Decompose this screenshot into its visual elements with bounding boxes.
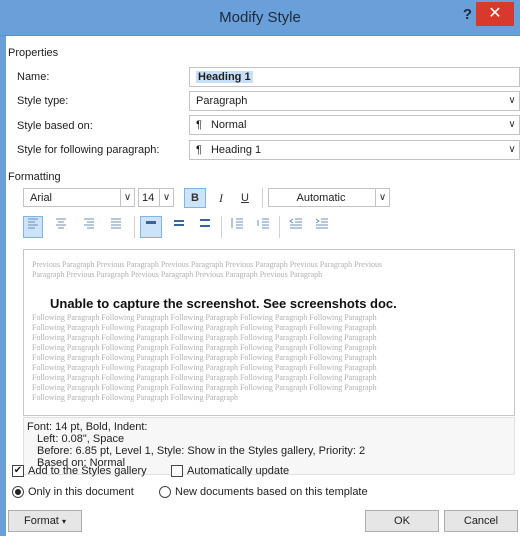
preview-previous-text: Previous Paragraph Previous Paragraph Pr… — [32, 260, 383, 269]
preview-following-text: Following Paragraph Following Paragraph … — [32, 323, 377, 332]
properties-section-label: Properties — [8, 47, 59, 59]
following-label: Style for following paragraph: — [17, 144, 160, 156]
format-button[interactable]: Format ▾ — [8, 510, 82, 532]
preview-following-text: Following Paragraph Following Paragraph … — [32, 363, 377, 372]
help-button[interactable]: ? — [463, 6, 472, 23]
auto-update-checkbox[interactable] — [171, 465, 183, 477]
align-right-icon — [84, 218, 94, 229]
one-half-space-button[interactable] — [169, 216, 189, 238]
font-select[interactable]: Arial ∨ — [23, 188, 135, 207]
size-select[interactable]: 14 ∨ — [138, 188, 174, 207]
description-line: Font: 14 pt, Bold, Indent: — [27, 421, 148, 433]
preview-following-text: Following Paragraph Following Paragraph … — [32, 373, 377, 382]
font-color-value: Automatic — [296, 192, 346, 204]
double-space-button[interactable] — [195, 216, 215, 238]
preview-heading-text: Unable to capture the screenshot. See sc… — [50, 296, 397, 311]
single-space-icon — [146, 221, 156, 224]
name-label: Name: — [17, 71, 50, 83]
auto-update-label[interactable]: Automatically update — [187, 465, 289, 477]
add-to-gallery-label[interactable]: Add to the Styles gallery — [28, 465, 147, 477]
bold-button[interactable]: B — [184, 188, 206, 208]
preview-following-text: Following Paragraph Following Paragraph … — [32, 393, 238, 402]
following-value: Heading 1 — [210, 144, 262, 156]
preview-following-text: Following Paragraph Following Paragraph … — [32, 333, 377, 342]
based-on-label: Style based on: — [17, 120, 93, 132]
preview-following-text: Following Paragraph Following Paragraph … — [32, 313, 377, 322]
close-button[interactable]: ✕ — [476, 2, 514, 26]
style-preview: Previous Paragraph Previous Paragraph Pr… — [23, 249, 515, 416]
based-on-select[interactable]: ¶ Normal ∨ — [189, 115, 520, 135]
divider — [279, 216, 280, 238]
following-select[interactable]: ¶ Heading 1 ∨ — [189, 140, 520, 160]
ok-button[interactable]: OK — [365, 510, 439, 532]
align-left-button[interactable] — [23, 216, 43, 238]
name-field[interactable]: Heading 1 — [189, 67, 520, 87]
decrease-indent-icon — [289, 218, 302, 229]
align-left-icon — [28, 218, 38, 229]
formatting-section-label: Formatting — [8, 171, 61, 183]
new-documents-label[interactable]: New documents based on this template — [175, 486, 368, 498]
chevron-down-icon: ∨ — [508, 144, 516, 155]
dialog-title: Modify Style — [219, 9, 301, 26]
italic-button[interactable]: I — [211, 188, 231, 208]
caret-down-icon: ▾ — [61, 517, 66, 526]
single-space-button[interactable] — [140, 216, 162, 238]
chevron-down-icon: ∨ — [508, 119, 516, 130]
new-documents-radio[interactable] — [159, 486, 171, 498]
paragraph-mark-icon: ¶ — [196, 119, 202, 131]
preview-previous-text: Paragraph Previous Paragraph Previous Pa… — [32, 270, 323, 279]
size-value: 14 — [142, 192, 155, 204]
based-on-value: Normal — [210, 119, 247, 131]
preview-following-text: Following Paragraph Following Paragraph … — [32, 383, 377, 392]
double-space-icon — [200, 219, 210, 227]
title-bar: Modify Style ? ✕ — [0, 0, 520, 36]
chevron-down-icon: ∨ — [120, 189, 134, 206]
increase-indent-icon — [315, 218, 328, 229]
divider — [134, 216, 135, 238]
align-center-icon — [56, 218, 66, 229]
only-this-document-label[interactable]: Only in this document — [28, 486, 134, 498]
name-value: Heading 1 — [196, 71, 253, 83]
line-spacing-icon — [231, 218, 243, 229]
cancel-button[interactable]: Cancel — [444, 510, 518, 532]
decrease-indent-button[interactable] — [286, 216, 306, 238]
align-center-button[interactable] — [51, 216, 71, 238]
chevron-down-icon: ∨ — [508, 95, 516, 106]
description-line: Left: 0.08", Space — [37, 433, 125, 445]
space-after-button[interactable] — [253, 216, 273, 238]
description-line: Before: 6.85 pt, Level 1, Style: Show in… — [37, 445, 366, 457]
style-type-value: Paragraph — [196, 95, 248, 107]
add-to-gallery-checkbox[interactable]: ✔ — [12, 465, 24, 477]
paragraph-mark-icon: ¶ — [196, 144, 202, 156]
divider — [262, 188, 263, 208]
align-right-button[interactable] — [79, 216, 99, 238]
preview-following-text: Following Paragraph Following Paragraph … — [32, 343, 377, 352]
font-value: Arial — [30, 192, 53, 204]
only-this-document-radio[interactable] — [12, 486, 24, 498]
dialog-body: Properties Name: Heading 1 Style type: P… — [6, 36, 520, 536]
preview-following-text: Following Paragraph Following Paragraph … — [32, 353, 377, 362]
increase-indent-button[interactable] — [312, 216, 332, 238]
paragraph-spacing-icon — [257, 218, 269, 229]
space-before-button[interactable] — [227, 216, 247, 238]
justify-button[interactable] — [106, 216, 126, 238]
divider — [221, 216, 222, 238]
style-type-select[interactable]: Paragraph ∨ — [189, 91, 520, 111]
chevron-down-icon: ∨ — [159, 189, 173, 206]
font-color-select[interactable]: Automatic ∨ — [268, 188, 390, 207]
one-half-space-icon — [174, 220, 184, 226]
chevron-down-icon: ∨ — [375, 189, 389, 206]
underline-button[interactable]: U — [235, 188, 255, 208]
style-type-label: Style type: — [17, 95, 69, 107]
justify-icon — [111, 218, 121, 229]
